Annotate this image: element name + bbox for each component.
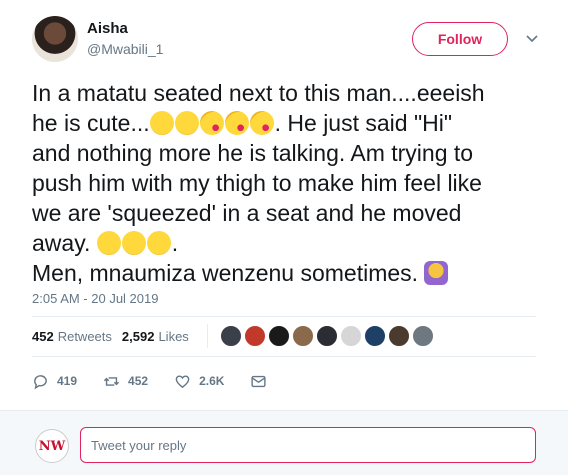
- reply-avatar[interactable]: NW: [35, 429, 69, 463]
- author-avatar[interactable]: [32, 16, 78, 62]
- tweet-header: Aisha @Mwabili_1 Follow: [32, 16, 552, 66]
- chevron-down-icon[interactable]: [524, 30, 540, 46]
- liker-avatar[interactable]: [339, 325, 362, 347]
- follow-button[interactable]: Follow: [412, 22, 508, 56]
- author-name[interactable]: Aisha: [87, 20, 128, 37]
- divider: [32, 316, 536, 317]
- divider: [32, 356, 536, 357]
- retweets-count[interactable]: 452: [32, 329, 54, 344]
- tweet-line: he is cute...: [32, 110, 150, 136]
- tweet-line: push him with my thigh to make him feel …: [32, 170, 482, 196]
- reply-count: 419: [57, 374, 78, 388]
- retweet-count: 452: [128, 374, 149, 388]
- relieved-face-icon: [149, 111, 174, 135]
- liker-avatar[interactable]: [411, 325, 434, 347]
- liker-avatar[interactable]: [219, 325, 242, 347]
- kiss-face-icon: [224, 111, 249, 135]
- reply-input[interactable]: Tweet your reply: [80, 427, 536, 463]
- heart-icon[interactable]: [174, 373, 191, 390]
- envelope-icon[interactable]: [250, 373, 267, 390]
- retweet-icon[interactable]: [103, 373, 120, 390]
- tweet-timestamp[interactable]: 2:05 AM - 20 Jul 2019: [32, 291, 158, 306]
- smirk-face-icon: [121, 231, 146, 255]
- retweet-action[interactable]: 452: [103, 373, 148, 390]
- likes-count[interactable]: 2,592: [122, 329, 155, 344]
- liker-avatar[interactable]: [267, 325, 290, 347]
- reply-avatar-logo: NW: [38, 438, 66, 454]
- tweet-line: .: [171, 230, 179, 256]
- retweets-label[interactable]: Retweets: [58, 329, 112, 344]
- tweet-line: In a matatu seated next to this man....e…: [32, 80, 485, 106]
- kiss-face-icon: [249, 111, 274, 135]
- reply-action[interactable]: 419: [32, 373, 77, 390]
- tweet-actions: 419 452 2.6K: [32, 370, 301, 392]
- liker-avatar[interactable]: [243, 325, 266, 347]
- relieved-face-icon: [174, 111, 199, 135]
- facepalm-icon: [424, 261, 449, 285]
- tweet-text: In a matatu seated next to this man....e…: [32, 78, 532, 288]
- reply-icon[interactable]: [32, 373, 49, 390]
- liker-avatar[interactable]: [387, 325, 410, 347]
- likes-label[interactable]: Likes: [158, 329, 188, 344]
- tweet-line: . He just said "Hi": [274, 110, 453, 136]
- tweet-stats: 452 Retweets 2,592 Likes: [32, 322, 436, 350]
- message-action[interactable]: [250, 373, 275, 390]
- smirk-face-icon: [96, 231, 121, 255]
- liker-avatar[interactable]: [363, 325, 386, 347]
- tweet-card: Aisha @Mwabili_1 Follow In a matatu seat…: [0, 0, 568, 410]
- tweet-line: Men, mnaumiza wenzenu sometimes.: [32, 260, 425, 286]
- liker-avatar[interactable]: [291, 325, 314, 347]
- tweet-line: we are 'squeezed' in a seat and he moved: [32, 200, 462, 226]
- smirk-face-icon: [146, 231, 171, 255]
- like-action[interactable]: 2.6K: [174, 373, 224, 390]
- tweet-line: away.: [32, 230, 97, 256]
- author-handle[interactable]: @Mwabili_1: [87, 41, 163, 57]
- liker-avatars: [206, 324, 436, 348]
- liker-avatar[interactable]: [315, 325, 338, 347]
- like-count: 2.6K: [199, 374, 225, 388]
- kiss-face-icon: [199, 111, 224, 135]
- tweet-line: and nothing more he is talking. Am tryin…: [32, 140, 474, 166]
- reply-bar: NW Tweet your reply: [0, 410, 568, 475]
